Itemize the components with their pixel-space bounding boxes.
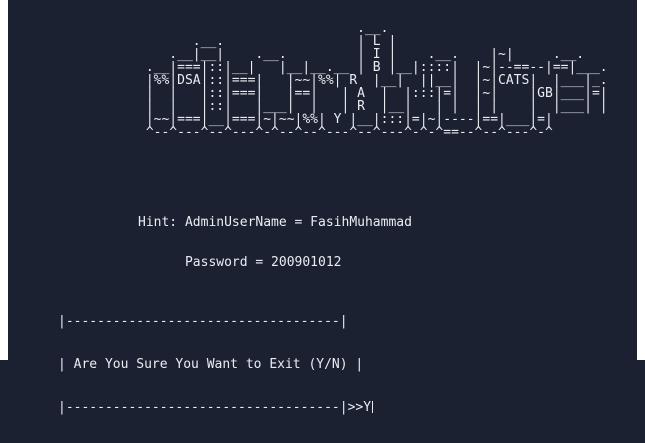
text-cursor	[372, 401, 374, 413]
library-ascii-art: .__. .__. | L | .__|__| .__. | I | .__. …	[138, 22, 608, 139]
dialog-top-border: |-----------------------------------|	[58, 314, 348, 329]
prompt-text[interactable]: >>Y	[348, 400, 371, 415]
prompt-input[interactable]: >>Y	[348, 399, 374, 416]
terminal-window: .__. .__. | L | .__|__| .__. | I | .__. …	[0, 0, 645, 415]
art-line: ^--^---^--^---^-^--^--^---^--^---^-^-^==…	[138, 125, 553, 140]
dialog-message: | Are You Sure You Want to Exit (Y/N) |	[58, 357, 364, 372]
dialog-bottom-border: |-----------------------------------|>>Y	[58, 399, 374, 416]
hint-block: Hint: AdminUserName = FasihMuhammad Pass…	[138, 190, 412, 296]
exit-confirm-dialog: |-----------------------------------| | …	[58, 287, 374, 442]
hint-username: Hint: AdminUserName = FasihMuhammad	[138, 215, 412, 230]
hint-password: Password = 200901012	[138, 255, 342, 270]
dialog-bottom-line: |-----------------------------------|	[58, 400, 348, 415]
left-border	[0, 0, 8, 360]
right-border	[637, 0, 645, 360]
